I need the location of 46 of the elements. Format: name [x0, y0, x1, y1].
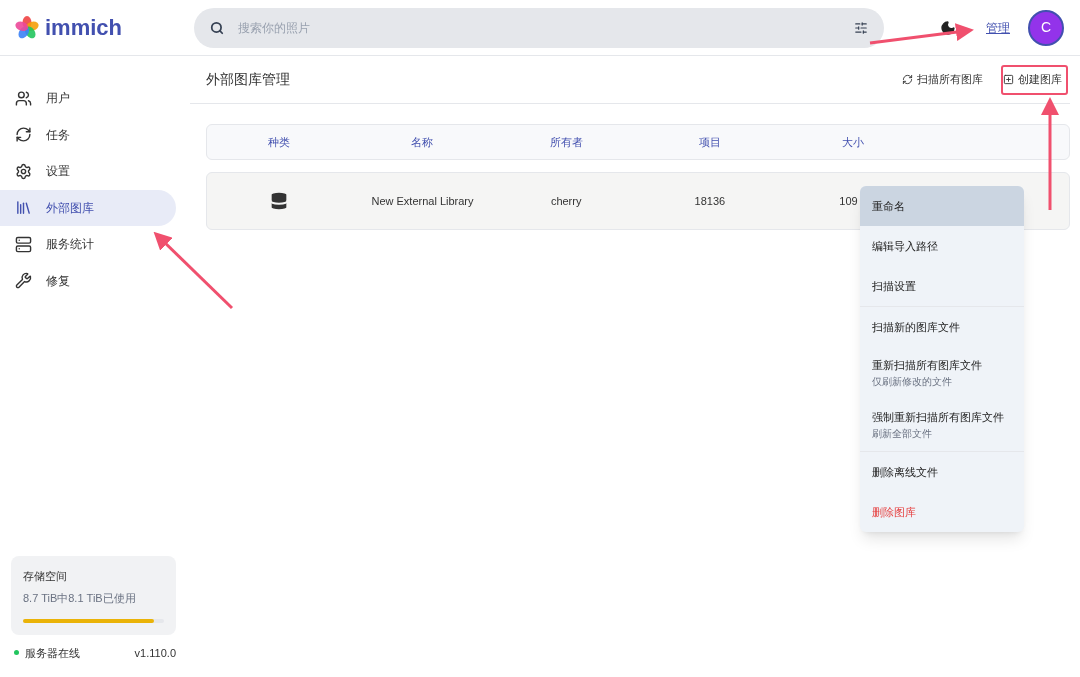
version-label: v1.110.0	[134, 645, 176, 661]
storage-usage: 8.7 TiB中8.1 TiB已使用	[23, 591, 137, 606]
table-cell-text: cherry	[549, 193, 583, 209]
avatar[interactable]: C	[1028, 9, 1064, 46]
sidebar-item[interactable]: 任务	[0, 116, 176, 153]
column-header: 项目	[697, 134, 722, 150]
column-header: 大小	[841, 134, 866, 150]
add-icon	[1003, 74, 1014, 85]
server-icon	[15, 235, 32, 253]
menu-item[interactable]: 扫描新的图库文件	[860, 307, 1024, 347]
tools-icon	[15, 272, 32, 290]
column-header: 种类	[266, 134, 291, 150]
sidebar-item[interactable]: 修复	[0, 262, 176, 299]
page-title: 外部图库管理	[206, 70, 290, 89]
search-icon	[210, 20, 224, 35]
users-icon	[15, 89, 32, 107]
filter-icon[interactable]	[854, 20, 868, 35]
server-status: 服务器在线	[25, 645, 80, 661]
logo-text: immich	[45, 14, 123, 42]
menu-item[interactable]: 重新扫描所有图库文件 仅刷新修改的文件	[860, 347, 1024, 399]
refresh-icon	[902, 74, 913, 85]
refresh-icon	[15, 126, 32, 144]
table-cell-text: 18136	[693, 193, 727, 209]
logo-icon	[15, 15, 39, 40]
storage-title: 存储空间	[23, 568, 68, 584]
menu-item[interactable]: 扫描设置	[860, 266, 1024, 306]
settings-icon	[15, 162, 32, 180]
sidebar-item[interactable]: 设置	[0, 153, 176, 190]
menu-item[interactable]: 删除图库	[860, 492, 1024, 532]
scan-all-button[interactable]: 扫描所有图库	[896, 67, 989, 92]
search-input[interactable]: 搜索你的照片	[238, 18, 840, 37]
menu-item[interactable]: 强制重新扫描所有图库文件 刷新全部文件	[860, 399, 1024, 451]
table-cell-text: New External Library	[370, 193, 475, 209]
menu-item[interactable]: 重命名	[860, 186, 1024, 226]
sidebar-item[interactable]: 用户	[0, 80, 176, 116]
menu-item[interactable]: 删除离线文件	[860, 452, 1024, 492]
sidebar-item[interactable]: 外部图库	[0, 189, 176, 226]
column-header: 名称	[410, 134, 435, 150]
highlight-box	[1001, 65, 1068, 95]
column-header: 所有者	[548, 134, 584, 150]
search-field[interactable]: 搜索你的照片	[194, 7, 884, 48]
create-library-button[interactable]: 创建图库	[999, 67, 1066, 92]
books-icon	[15, 199, 32, 217]
sidebar-item[interactable]: 服务统计	[0, 226, 176, 263]
table-cell: 109	[839, 194, 858, 207]
admin-link[interactable]: 管理	[986, 18, 1010, 37]
